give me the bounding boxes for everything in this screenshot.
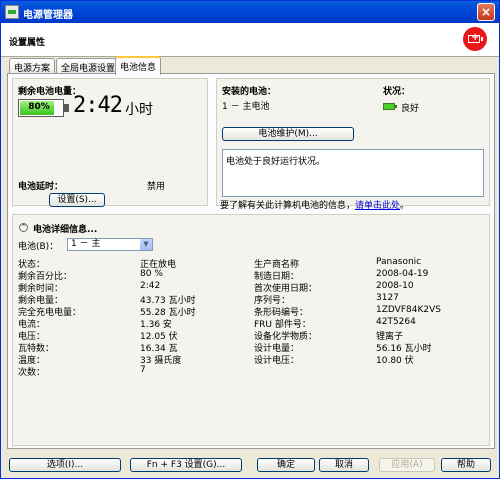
battery-delay-value: 禁用 xyxy=(147,182,166,192)
battery-delay-label: 电池延时： xyxy=(18,182,64,192)
detail-left-label: 次数： xyxy=(18,368,46,378)
battery-select-value: 1 － 主 xyxy=(71,239,101,249)
header-banner: 设置属性 + xyxy=(1,23,499,57)
detail-right-value: 10.80 伏 xyxy=(376,356,414,366)
condition-label: 状况： xyxy=(383,87,411,97)
power-manager-window: 电源管理器 × 设置属性 + 电源方案 全局电源设置 电池信息 剩余电池电量： … xyxy=(0,0,500,479)
remaining-charge-group: 剩余电池电量： 80% 2:42 小时 电池延时： 禁用 设置(S)... xyxy=(12,78,208,207)
apply-button[interactable]: 应用(A) xyxy=(379,458,435,472)
options-button[interactable]: 选项(I)... xyxy=(9,458,121,472)
installed-battery-name: 1 － 主电池 xyxy=(222,102,270,112)
detail-right-value: 1ZDVF84K2VS xyxy=(376,305,441,315)
window-title: 电源管理器 xyxy=(23,10,73,21)
more-info-link[interactable]: 请单击此处 xyxy=(355,201,400,211)
cancel-button[interactable]: 取消 xyxy=(319,458,369,472)
remaining-time-unit: 小时 xyxy=(125,102,153,118)
detail-left-value: 2:42 xyxy=(140,281,161,291)
delay-settings-button[interactable]: 设置(S)... xyxy=(49,193,105,207)
installed-battery-group: 安装的电池： 状况： 1 － 主电池 良好 电池维护(M)... 电池处于良好运… xyxy=(216,78,490,211)
detail-right-label: 设计电压： xyxy=(254,356,300,366)
detail-right-value: 2008-10 xyxy=(376,281,414,291)
battery-select[interactable]: 1 － 主 ▼ xyxy=(67,238,153,251)
detail-right-value: Panasonic xyxy=(376,257,422,267)
more-info-text: 要了解有关此计算机电池的信息， xyxy=(220,201,356,211)
chevron-down-icon[interactable]: ▼ xyxy=(140,239,152,250)
ok-button[interactable]: 确定 xyxy=(257,458,315,472)
more-info-line: 要了解有关此计算机电池的信息，请单击此处。 xyxy=(220,198,409,211)
battery-status-message-box: 电池处于良好运行状况。 xyxy=(222,149,484,197)
close-button[interactable]: × xyxy=(477,3,495,21)
remaining-charge-label: 剩余电池电量： xyxy=(18,87,82,97)
detail-left-value: 7 xyxy=(140,365,146,375)
condition-value: 良好 xyxy=(401,104,420,114)
battery-details-group: ⌃ 电池详细信息... 电池(B)： 1 － 主 ▼ 状态： 正在放电 剩余百分… xyxy=(12,214,490,446)
battery-level-icon: 80% xyxy=(18,99,69,117)
battery-maintenance-button[interactable]: 电池维护(M)... xyxy=(222,127,354,141)
header-title: 设置属性 xyxy=(9,38,46,48)
detail-right-value: 42T5264 xyxy=(376,317,416,327)
installed-battery-label: 安装的电池： xyxy=(222,87,277,97)
fn-f3-settings-button[interactable]: Fn + F3 设置(G)... xyxy=(130,458,242,472)
battery-charge-icon: + xyxy=(463,27,487,51)
help-button[interactable]: 帮助 xyxy=(441,458,491,472)
battery-good-icon xyxy=(383,103,397,110)
battery-select-label: 电池(B)： xyxy=(18,242,59,252)
tab-power-plans[interactable]: 电源方案 xyxy=(9,58,56,74)
detail-left-value: 33 摄氏度 xyxy=(140,356,182,366)
battery-app-icon xyxy=(5,5,19,19)
tab-global-power-settings[interactable]: 全局电源设置 xyxy=(56,58,121,74)
collapse-chevron-icon[interactable]: ⌃ xyxy=(19,223,28,232)
more-info-end: 。 xyxy=(400,201,410,211)
detail-right-value: 3127 xyxy=(376,293,399,303)
remaining-time: 2:42 xyxy=(73,93,123,118)
tab-panel: 剩余电池电量： 80% 2:42 小时 电池延时： 禁用 设置(S)... 安装… xyxy=(7,73,495,449)
detail-left-value: 80 % xyxy=(140,269,163,279)
battery-details-heading: 电池详细信息... xyxy=(33,225,98,235)
tab-battery-info[interactable]: 电池信息 xyxy=(115,56,162,75)
detail-right-value: 2008-04-19 xyxy=(376,269,429,279)
title-bar[interactable]: 电源管理器 × xyxy=(1,1,499,23)
battery-status-message: 电池处于良好运行状况。 xyxy=(226,157,326,167)
battery-percent-text: 80% xyxy=(28,102,50,112)
